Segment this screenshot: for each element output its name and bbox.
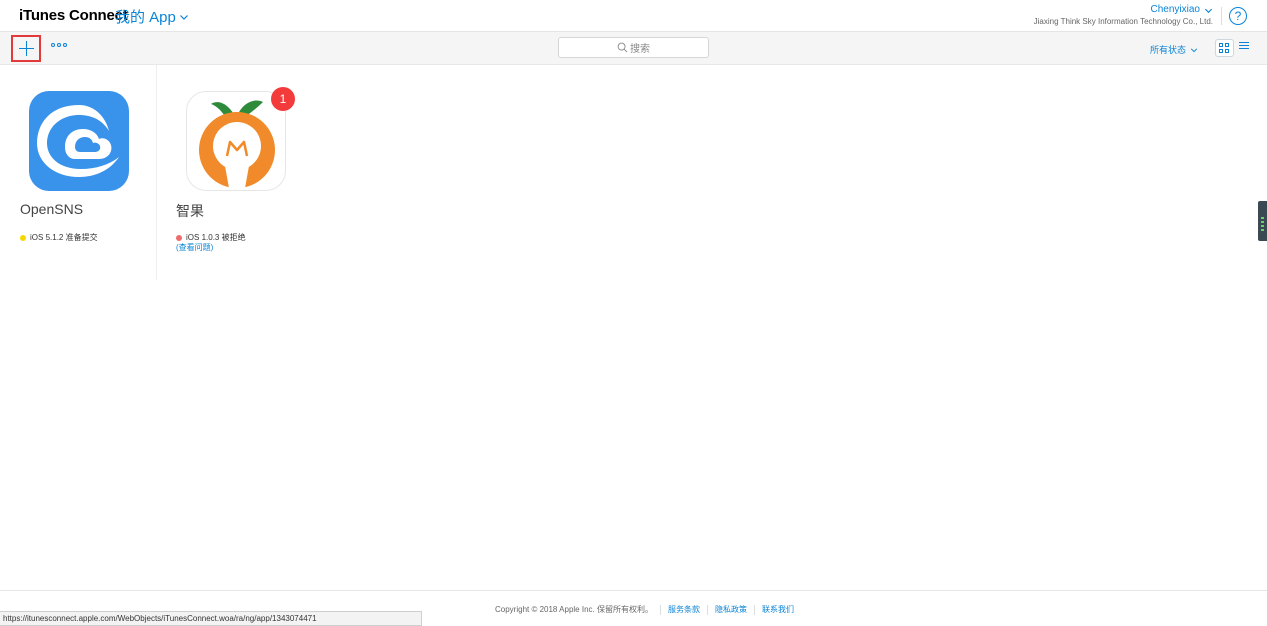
app-status-line: iOS 5.1.2 准备提交 [20,232,98,243]
grid-icon-cell [1219,43,1223,47]
terms-link[interactable]: 服务条款 [668,604,700,615]
chevron-down-icon [1190,47,1198,52]
footer-separator [753,604,755,615]
tab-indicator [1261,229,1264,231]
app-platform: iOS [30,233,44,242]
account-block: Chenyixiao Jiaxing Think Sky Information… [1034,4,1213,27]
browser-status-url: https://itunesconnect.apple.com/WebObjec… [0,611,422,626]
search-icon [617,42,628,53]
app-card-zhiguo[interactable]: 1 智果 iOS 1.0.3 被拒绝 (查看问题) [157,65,317,265]
cloud-swirl-graphic [37,105,119,177]
more-options-button[interactable] [51,43,67,47]
status-filter-label: 所有状态 [1149,45,1186,55]
search-placeholder: 搜索 [630,44,650,55]
toolbar: 搜索 所有状态 [0,32,1267,65]
more-dot-icon [51,43,55,47]
copyright-text: Copyright © 2018 Apple Inc. 保留所有权利。 [495,605,653,614]
account-organization: Jiaxing Think Sky Information Technology… [1033,17,1213,26]
grid-icon-cell [1225,43,1229,47]
grid-view-button[interactable] [1215,39,1234,57]
more-dot-icon [57,43,61,47]
plus-icon-stroke [26,41,27,56]
footer: Copyright © 2018 Apple Inc. 保留所有权利。 服务条款… [495,604,794,615]
status-filter-dropdown[interactable]: 所有状态 [1150,43,1198,56]
app-status-text: 准备提交 [65,233,98,242]
chevron-down-icon [179,14,188,20]
app-version: 1.0.3 [201,233,220,242]
notification-badge: 1 [271,87,295,111]
tab-indicator [1261,225,1264,227]
app-platform: iOS [186,233,200,242]
app-card-opensns[interactable]: OpenSNS iOS 5.1.2 准备提交 [0,65,156,265]
my-apps-label: 我的 App [115,9,176,26]
grid-icon-cell [1225,49,1229,53]
privacy-link[interactable]: 隐私政策 [715,604,747,615]
list-icon-line [1239,42,1249,43]
tab-indicator [1261,217,1264,219]
footer-separator [659,604,661,615]
header-divider [1221,7,1222,25]
list-view-button[interactable] [1239,42,1249,52]
app-status-text: 被拒绝 [221,233,246,242]
status-dot [20,234,26,241]
app-name: 智果 [176,203,204,219]
list-icon-line [1239,45,1249,46]
orange-fruit-icon [186,91,286,191]
contact-link[interactable]: 联系我们 [762,604,794,615]
grid-icon-cell [1219,49,1223,53]
app-name: OpenSNS [20,201,84,217]
app-version: 5.1.2 [45,233,64,242]
top-header: iTunes Connect 我的 App Chenyixiao Jiaxing… [0,0,1267,32]
my-apps-menu[interactable]: 我的 App [115,6,189,27]
tab-indicator [1261,221,1264,223]
cloud-swirl-icon [29,91,129,191]
brand-title: iTunes Connect [19,7,128,24]
add-app-button[interactable] [11,35,41,62]
more-dot-icon [63,43,67,47]
list-icon-line [1239,48,1249,49]
footer-divider [0,590,1267,591]
view-issue-link[interactable]: (查看问题) [176,242,213,253]
account-menu[interactable]: Chenyixiao [1034,4,1213,16]
chevron-down-icon [1204,8,1213,13]
orange-fruit-graphic [199,100,275,188]
footer-separator [706,604,708,615]
account-name: Chenyixiao [1150,4,1200,15]
search-input[interactable]: 搜索 [558,37,709,58]
help-button[interactable]: ? [1229,7,1247,25]
status-dot [176,234,182,241]
side-panel-tab[interactable] [1258,201,1267,241]
